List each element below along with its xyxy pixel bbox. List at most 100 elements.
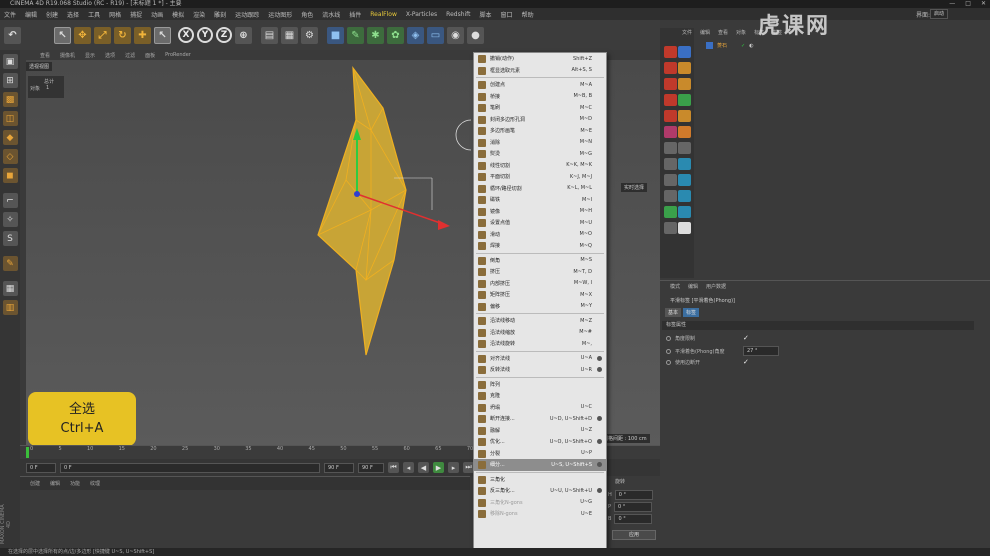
tool-icon[interactable] — [664, 190, 677, 202]
live-selection-icon[interactable]: ↖ — [54, 26, 71, 44]
context-menu-item[interactable]: 线性切割 K~K, M~K — [474, 160, 606, 172]
vp-menu-filter[interactable]: 过滤 — [125, 52, 135, 59]
tool-icon[interactable] — [678, 126, 691, 138]
make-editable-icon[interactable]: ▣ — [2, 54, 18, 69]
prev-key-icon[interactable]: ◂ — [403, 462, 414, 473]
tool-icon[interactable] — [664, 46, 677, 58]
context-menu-item[interactable]: 设置点值 M~U — [474, 217, 606, 229]
object-name[interactable]: 菱石 — [717, 42, 727, 49]
context-menu-item[interactable]: 反三角化... U~U, U~Shift+U — [474, 485, 606, 497]
context-menu-item[interactable]: 沿法线缩放 M~# — [474, 327, 606, 339]
phong-tag-icon[interactable]: ◐ — [749, 43, 753, 49]
attr-menu-mode[interactable]: 模式 — [670, 283, 680, 290]
menu-help[interactable]: 帮助 — [522, 10, 534, 19]
vp-menu-prorender[interactable]: ProRender — [165, 52, 191, 58]
context-menu-item[interactable]: 焊接 M~Q — [474, 240, 606, 252]
menu-x-particles[interactable]: X-Particles — [406, 11, 437, 18]
tool-icon[interactable] — [664, 206, 677, 218]
menu-motion-tracking[interactable]: 运动跟踪 — [235, 10, 259, 19]
menu-edit[interactable]: 编辑 — [25, 10, 37, 19]
camera-icon[interactable]: ◉ — [447, 26, 464, 44]
undo-icon[interactable]: ↶ — [4, 26, 21, 44]
context-menu-item[interactable]: 偏移 M~Y — [474, 301, 606, 313]
tool-icon[interactable] — [664, 142, 677, 154]
context-menu-item[interactable]: 倒角 M~S — [474, 255, 606, 267]
light-icon[interactable]: ● — [467, 26, 484, 44]
tool-icon[interactable] — [678, 62, 691, 74]
paint-icon[interactable]: ✎ — [2, 256, 18, 271]
tweak-mode-icon[interactable]: ✧ — [2, 212, 18, 227]
edge-breaks-checkbox[interactable]: ✓ — [743, 358, 749, 366]
tool-icon[interactable] — [664, 174, 677, 186]
menu-mograph[interactable]: 运动图形 — [268, 10, 292, 19]
context-menu-item[interactable]: 断开连接... U~D, U~Shift+D — [474, 413, 606, 425]
mat-menu-texture[interactable]: 纹理 — [90, 480, 100, 487]
grid-icon[interactable]: ▦ — [2, 281, 18, 296]
move-icon[interactable]: ✥ — [74, 26, 91, 44]
context-menu-item[interactable]: 沿法线旋转 M~, — [474, 338, 606, 350]
recent-tool-icon[interactable]: ✚ — [134, 26, 151, 44]
points-mode-icon[interactable]: ◆ — [2, 130, 18, 145]
coord-value-h[interactable]: 0 ° — [614, 490, 653, 500]
tool-icon[interactable] — [678, 158, 691, 170]
context-menu-item[interactable]: 坍塌 U~C — [474, 402, 606, 414]
object-row[interactable]: 菱石 ✓ ◐ — [706, 42, 754, 49]
attr-menu-userdata[interactable]: 用户数据 — [706, 283, 726, 290]
menu-realflow[interactable]: RealFlow — [370, 11, 397, 18]
tool-icon[interactable] — [678, 78, 691, 90]
render-settings-icon[interactable]: ⚙ — [301, 26, 318, 44]
layout-select[interactable]: 启动 — [930, 9, 949, 19]
obj-menu-object[interactable]: 对象 — [736, 29, 746, 36]
context-menu-item[interactable]: 多边形画笔 M~E — [474, 125, 606, 137]
context-menu-item[interactable]: 创建点 M~A — [474, 79, 606, 91]
x-axis-icon[interactable]: X — [178, 27, 194, 43]
mat-menu-function[interactable]: 功能 — [70, 480, 80, 487]
context-menu-item[interactable]: 阵列 — [474, 379, 606, 391]
options-gear-icon[interactable] — [597, 439, 602, 444]
model-mode-icon[interactable]: ⊞ — [2, 73, 18, 88]
obj-menu-edit[interactable]: 编辑 — [700, 29, 710, 36]
menu-mesh[interactable]: 网格 — [109, 10, 121, 19]
subdivision-icon[interactable]: ✱ — [367, 26, 384, 44]
menu-character[interactable]: 角色 — [301, 10, 313, 19]
menu-animate[interactable]: 动画 — [151, 10, 163, 19]
context-menu-item[interactable]: 挤压 M~T, D — [474, 266, 606, 278]
array-icon[interactable]: ✿ — [387, 26, 404, 44]
mat-menu-edit[interactable]: 编辑 — [50, 480, 60, 487]
menu-create[interactable]: 创建 — [46, 10, 58, 19]
edges-mode-icon[interactable]: ◇ — [2, 149, 18, 164]
phong-angle-field[interactable]: 27 ° — [743, 346, 779, 356]
context-menu-item[interactable]: 滑动 M~O — [474, 229, 606, 241]
options-gear-icon[interactable] — [597, 367, 602, 372]
tool-icon[interactable] — [664, 62, 677, 74]
obj-menu-view[interactable]: 查看 — [718, 29, 728, 36]
tool-icon[interactable] — [678, 142, 691, 154]
context-menu-item[interactable]: 融解 U~Z — [474, 425, 606, 437]
attr-menu-edit[interactable]: 编辑 — [688, 283, 698, 290]
tab-tag[interactable]: 标签 — [683, 308, 700, 317]
context-menu-item[interactable]: 分裂 U~P — [474, 448, 606, 460]
options-gear-icon[interactable] — [597, 416, 602, 421]
menu-redshift[interactable]: Redshift — [446, 11, 470, 18]
menu-sculpt[interactable]: 雕刻 — [214, 10, 226, 19]
options-gear-icon[interactable] — [597, 462, 602, 467]
context-menu-item[interactable]: 矩阵挤压 M~X — [474, 289, 606, 301]
end-frame-field[interactable]: 90 F — [358, 462, 384, 473]
vp-menu-options[interactable]: 选项 — [105, 52, 115, 59]
options-gear-icon[interactable] — [597, 488, 602, 493]
context-menu-item[interactable]: 反转法线 U~R — [474, 364, 606, 376]
tool-icon[interactable] — [678, 110, 691, 122]
anim-radio-icon[interactable] — [666, 359, 671, 365]
play-icon[interactable]: ▶ — [433, 462, 444, 473]
scale-icon[interactable]: ⤢ — [94, 26, 111, 44]
snap-icon[interactable]: S — [2, 231, 18, 246]
tool-icon[interactable] — [678, 94, 691, 106]
goto-start-icon[interactable]: ⏮ — [388, 462, 399, 473]
start-frame-field[interactable]: 0 F — [26, 462, 56, 473]
render-view-icon[interactable]: ▤ — [261, 26, 278, 44]
vp-menu-camera[interactable]: 摄像机 — [60, 52, 75, 59]
polygons-mode-icon[interactable]: ◼ — [2, 168, 18, 183]
tool-icon[interactable] — [678, 174, 691, 186]
tool-icon[interactable] — [664, 126, 677, 138]
context-menu-item[interactable]: 对齐法线 U~A — [474, 353, 606, 365]
